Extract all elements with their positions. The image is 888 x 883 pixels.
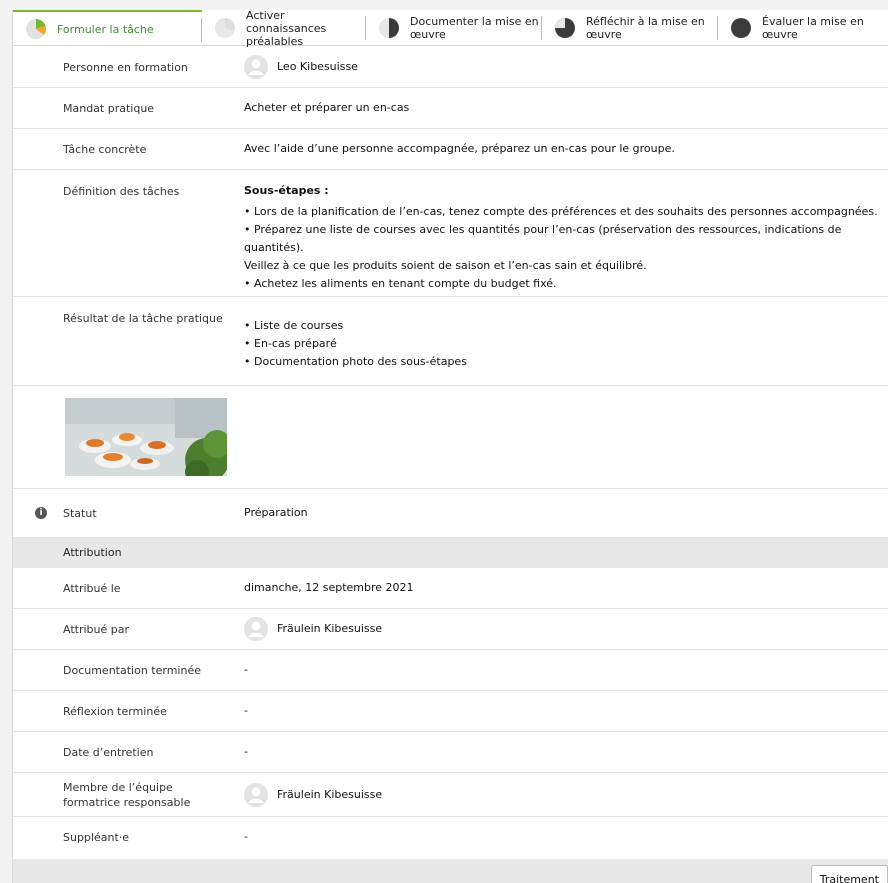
user-avatar-icon <box>244 783 268 807</box>
result-row: Résultat de la tâche pratique Liste de c… <box>13 297 888 386</box>
tab-document-implementation[interactable]: Documenter la mise en œuvre <box>366 10 542 46</box>
list-item: Documentation photo des sous-étapes <box>244 353 467 371</box>
tab-reflect-implementation[interactable]: Réfléchir à la mise en œuvre <box>542 10 718 46</box>
assigned-on-value: dimanche, 12 septembre 2021 <box>244 581 414 594</box>
interview-date-value: - <box>244 745 248 758</box>
definition-row: Définition des tâches Sous-étapes : • Lo… <box>13 170 888 297</box>
trainer-value: Fräulein Kibesuisse <box>244 783 382 807</box>
field-label: Attribué le <box>63 582 121 595</box>
deputy-row: Suppléant·e - <box>13 817 888 859</box>
reflection-done-row: Réflexion terminée - <box>13 691 888 732</box>
assigned-by-row: Attribué par Fräulein Kibesuisse <box>13 609 888 650</box>
tab-label: Réfléchir à la mise en œuvre <box>586 15 705 41</box>
field-label: Réflexion terminée <box>63 705 167 718</box>
trainer-name: Fräulein Kibesuisse <box>277 788 383 801</box>
progress-pie-icon <box>555 18 575 38</box>
progress-pie-icon <box>26 19 46 39</box>
tab-activate-knowledge[interactable]: Activer connaissances préalables <box>202 8 366 48</box>
snack-photo[interactable] <box>65 398 227 476</box>
doc-done-row: Documentation terminée - <box>13 650 888 691</box>
tab-label: Activer connaissances préalables <box>246 8 327 48</box>
section-title: Attribution <box>63 546 122 559</box>
definition-heading: Sous-étapes : <box>244 184 329 197</box>
field-label: Mandat pratique <box>63 102 155 115</box>
info-icon[interactable]: i <box>35 507 47 519</box>
definition-value: Sous-étapes : • Lors de la planification… <box>244 182 884 293</box>
learner-row: Personne en formation Leo Kibesuisse <box>13 47 888 88</box>
field-label: Définition des tâches <box>63 185 180 198</box>
tab-label: Évaluer la mise en œuvre <box>762 15 864 41</box>
user-avatar-icon <box>244 55 268 79</box>
list-item: Liste de courses <box>244 317 467 335</box>
definition-line: • Achetez les aliments en tenant compte … <box>244 277 557 290</box>
field-label: Documentation terminée <box>63 664 201 677</box>
progress-pie-icon <box>731 18 751 38</box>
progress-pie-icon <box>215 18 235 38</box>
step-tabs: Formuler la tâche Activer connaissances … <box>13 8 888 48</box>
status-value: Préparation <box>244 506 308 519</box>
deputy-value: - <box>244 830 248 843</box>
user-avatar-icon <box>244 617 268 641</box>
tab-formulate-task[interactable]: Formuler la tâche <box>13 10 202 46</box>
assigned-on-row: Attribué le dimanche, 12 septembre 2021 <box>13 568 888 609</box>
definition-line: • Préparez une liste de courses avec les… <box>244 223 842 254</box>
tab-label: Formuler la tâche <box>57 22 154 36</box>
field-label: Date d’entretien <box>63 746 154 759</box>
action-bar: Traitement <box>13 859 888 883</box>
status-row: i Statut Préparation <box>13 489 888 538</box>
result-list: Liste de courses En-cas préparé Document… <box>244 317 467 371</box>
tab-label: Documenter la mise en œuvre <box>410 15 539 41</box>
learner-name: Leo Kibesuisse <box>277 60 358 73</box>
task-value: Avec l’aide d’une personne accompagnée, … <box>244 142 675 155</box>
field-label: Suppléant·e <box>63 831 130 844</box>
definition-line: Veillez à ce que les produits soient de … <box>244 259 647 272</box>
progress-pie-icon <box>379 18 399 38</box>
field-label: Tâche concrète <box>63 143 147 156</box>
list-item: En-cas préparé <box>244 335 467 353</box>
task-page: Formuler la tâche Activer connaissances … <box>12 8 888 883</box>
learner-value: Leo Kibesuisse <box>244 55 358 79</box>
assigned-by-name: Fräulein Kibesuisse <box>277 622 383 635</box>
reflection-done-value: - <box>244 704 248 717</box>
assigned-by-value: Fräulein Kibesuisse <box>244 617 382 641</box>
field-label: Attribué par <box>63 623 129 636</box>
mandate-row: Mandat pratique Acheter et préparer un e… <box>13 88 888 129</box>
mandate-value: Acheter et préparer un en-cas <box>244 101 410 114</box>
trainer-row: Membre de l’équipe formatrice responsabl… <box>13 773 888 817</box>
field-label: Personne en formation <box>63 61 188 74</box>
field-label: Membre de l’équipe formatrice responsabl… <box>63 781 191 809</box>
tab-evaluate-implementation[interactable]: Évaluer la mise en œuvre <box>718 10 888 46</box>
task-row: Tâche concrète Avec l’aide d’une personn… <box>13 129 888 170</box>
field-label: Statut <box>63 507 97 520</box>
definition-line: • Lors de la planification de l’en-cas, … <box>244 205 878 218</box>
attribution-section-header: Attribution <box>13 538 888 568</box>
doc-done-value: - <box>244 663 248 676</box>
interview-date-row: Date d’entretien - <box>13 732 888 773</box>
process-button[interactable]: Traitement <box>810 865 888 883</box>
field-label: Résultat de la tâche pratique <box>63 312 223 325</box>
